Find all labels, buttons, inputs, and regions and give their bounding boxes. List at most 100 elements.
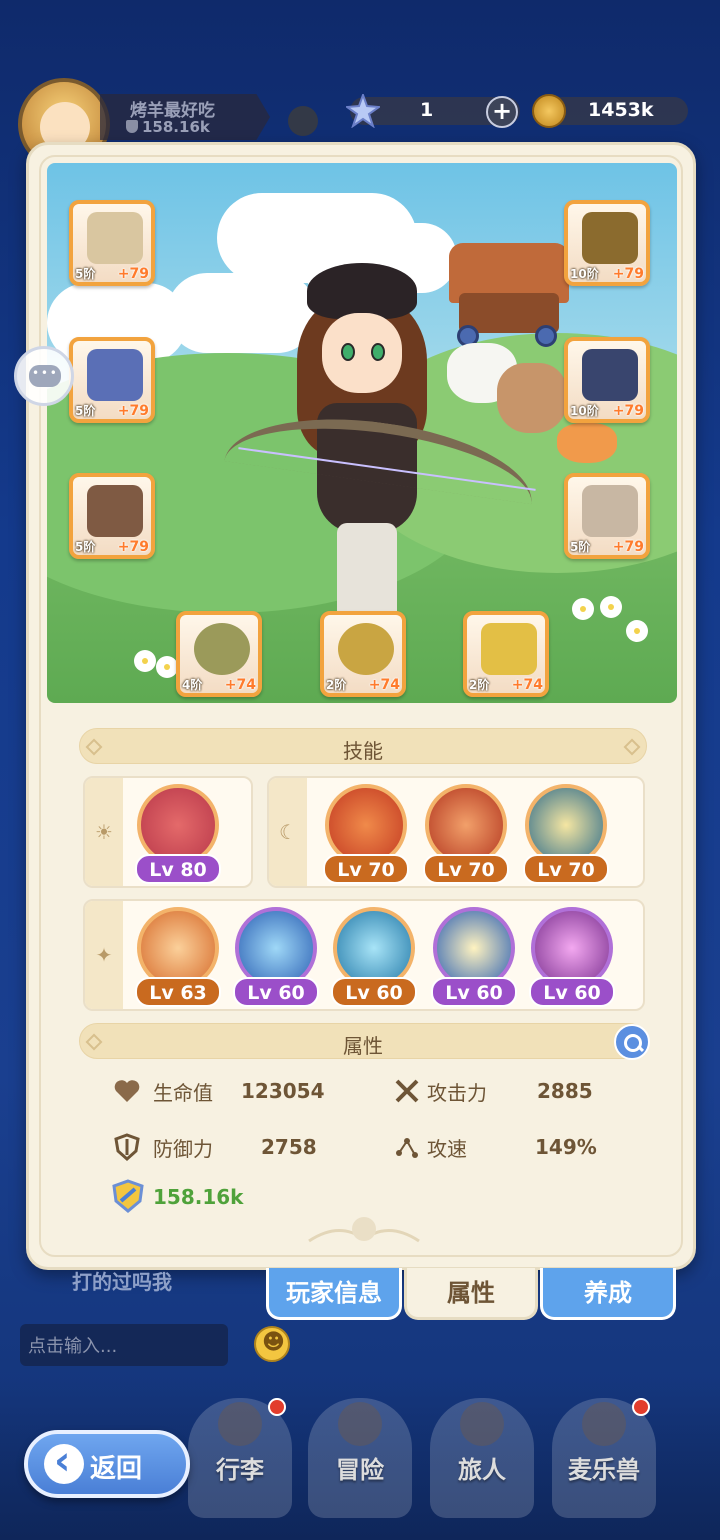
armor-icon [87,349,143,401]
nav-adventure[interactable]: 冒险 [308,1398,412,1518]
skill-slot[interactable]: Lv 70 [321,784,411,888]
crossed-swords-icon [395,1079,419,1103]
equip-slot-earring[interactable]: 2阶 +74 [463,611,549,697]
skills-title: 技能 [343,739,383,763]
skill-slot[interactable]: Lv 60 [527,907,617,1011]
gem-count: 1 [420,99,434,121]
tab-attributes[interactable]: 属性 [404,1268,538,1320]
helmet-icon [582,212,638,264]
magnify-button[interactable] [614,1024,650,1060]
skill-level: Lv 63 [135,977,221,1007]
shield-icon [126,120,138,133]
power-shield-icon [112,1179,144,1213]
equip-plus: +74 [224,677,256,693]
equip-plus: +79 [612,539,644,555]
chat-input[interactable]: 点击输入... [20,1324,228,1366]
equip-slot-necklace[interactable]: 2阶 +74 [320,611,406,697]
nav-travelers-label: 旅人 [458,1456,506,1484]
traveler-icon [460,1402,504,1446]
equip-tier: 5阶 [570,540,591,554]
pants-icon [87,485,143,537]
equip-tier: 2阶 [326,678,347,692]
skill-slot[interactable]: Lv 70 [521,784,611,888]
equip-tier: 10阶 [570,404,599,418]
bow-icon [87,212,143,264]
skill-level: Lv 60 [431,977,517,1007]
equip-slot-pants[interactable]: 5阶 +79 [69,473,155,559]
heart-icon [114,1080,140,1102]
necklace-icon [338,623,394,675]
def-label: 防御力 [153,1137,213,1161]
back-button[interactable]: 返回 [24,1430,190,1498]
skill-slot[interactable]: Lv 60 [429,907,519,1011]
character-panel: 5阶 +79 5阶 +79 5阶 +79 10阶 +79 10阶 +79 5阶 … [26,142,696,1270]
equip-tier: 5阶 [75,540,96,554]
equip-slot-boots[interactable]: 5阶 +79 [564,473,650,559]
skill-slot[interactable]: Lv 80 [133,784,223,888]
gold-count: 1453k [588,99,654,121]
skill-slot[interactable]: Lv 63 [133,907,223,1011]
skill-level: Lv 70 [323,854,409,884]
equip-slot-armor[interactable]: 5阶 +79 [69,337,155,423]
paw-icon[interactable] [288,106,318,136]
equip-slot-ring[interactable]: 4阶 +74 [176,611,262,697]
attack-speed-icon [396,1138,418,1158]
equip-slot-gloves[interactable]: 10阶 +79 [564,337,650,423]
flower [159,659,175,675]
chat-bubble-icon[interactable] [14,346,74,406]
gloves-icon [582,349,638,401]
skill-level: Lv 60 [529,977,615,1007]
top-bar: 烤羊最好吃 158.16k 1 + 1453k [0,0,720,170]
skill-slot[interactable]: Lv 70 [421,784,511,888]
gold-coin-icon [532,94,566,128]
nav-beasts-label: 麦乐兽 [568,1456,640,1484]
nav-bag[interactable]: 行李 [188,1398,292,1518]
equip-plus: +79 [117,539,149,555]
player-power: 158.16k [126,118,210,136]
skill-slot[interactable]: Lv 60 [329,907,419,1011]
equip-plus: +79 [612,266,644,282]
equip-tier: 2阶 [469,678,490,692]
spd-value: 149% [535,1135,597,1159]
notification-dot [268,1398,286,1416]
tab-develop[interactable]: 养成 [540,1268,676,1320]
brown-bear [497,363,567,433]
equip-tier: 4阶 [182,678,203,692]
crossed-swords-icon [338,1402,382,1446]
character-model[interactable] [224,263,540,643]
atk-label: 攻击力 [427,1081,487,1105]
equip-plus: +79 [117,266,149,282]
equip-slot-bow[interactable]: 5阶 +79 [69,200,155,286]
boots-icon [582,485,638,537]
tab-player-info[interactable]: 玩家信息 [266,1268,402,1320]
equip-slot-helmet[interactable]: 10阶 +79 [564,200,650,286]
skill-level: Lv 60 [331,977,417,1007]
nav-travelers[interactable]: 旅人 [430,1398,534,1518]
equip-plus: +79 [612,403,644,419]
equip-plus: +74 [511,677,543,693]
bottom-ornament [308,1217,420,1243]
flower [137,653,153,669]
equip-tier: 5阶 [75,404,96,418]
equip-plus: +79 [117,403,149,419]
skill-group-moon: ☾ Lv 70 Lv 70 Lv 70 [267,776,645,888]
emoji-button[interactable] [254,1326,290,1362]
skill-group-star: ✦ Lv 63 Lv 60 Lv 60 Lv 60 Lv 60 [83,899,645,1011]
player-power-value: 158.16k [142,118,210,136]
flower [603,599,619,615]
hp-label: 生命值 [153,1081,213,1105]
atk-value: 2885 [537,1079,593,1103]
equip-tier: 10阶 [570,267,599,281]
nav-beasts[interactable]: 麦乐兽 [552,1398,656,1518]
skill-level: Lv 60 [233,977,319,1007]
skill-slot[interactable]: Lv 60 [231,907,321,1011]
player-info-box[interactable]: 烤羊最好吃 158.16k [100,94,270,140]
spd-label: 攻速 [427,1137,467,1161]
back-label: 返回 [90,1454,143,1484]
add-gem-button[interactable]: + [486,96,518,128]
earring-icon [481,623,537,675]
flower [575,601,591,617]
power-value: 158.16k [153,1185,244,1209]
skill-level: Lv 80 [135,854,221,884]
skill-level: Lv 70 [523,854,609,884]
